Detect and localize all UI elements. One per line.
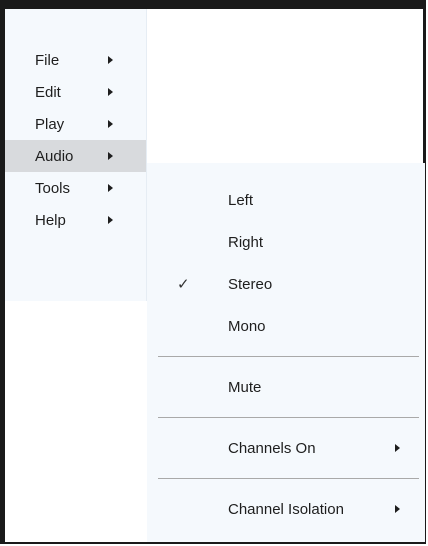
submenu-item-channel-isolation[interactable]: Channel Isolation: [147, 488, 425, 530]
submenu-item-right[interactable]: Right: [147, 221, 425, 263]
submenu-item-left[interactable]: Left: [147, 179, 425, 221]
checkmark-icon: ✓: [177, 276, 190, 293]
submenu-arrow-icon: [395, 444, 400, 452]
menu-separator: [158, 417, 419, 418]
menu-item-label: Audio: [35, 147, 74, 165]
submenu-item-label: Stereo: [228, 275, 273, 293]
menu-item-label: Help: [35, 211, 66, 229]
submenu-item-mute[interactable]: Mute: [147, 366, 425, 408]
submenu-arrow-icon: [108, 152, 113, 160]
main-menu: File Edit Play Audio Tools Help: [5, 9, 147, 301]
menu-item-file[interactable]: File: [5, 44, 146, 76]
submenu-item-label: Mono: [228, 317, 266, 335]
submenu-item-label: Channels On: [228, 439, 316, 457]
submenu-item-mono[interactable]: Mono: [147, 305, 425, 347]
submenu-item-label: Mute: [228, 378, 262, 396]
submenu-item-stereo[interactable]: ✓ Stereo: [147, 263, 425, 305]
submenu-arrow-icon: [108, 184, 113, 192]
menu-separator: [158, 478, 419, 479]
menu-item-play[interactable]: Play: [5, 108, 146, 140]
submenu-arrow-icon: [395, 505, 400, 513]
menu-item-label: Tools: [35, 179, 71, 197]
menu-item-help[interactable]: Help: [5, 204, 146, 236]
submenu-item-label: Channel Isolation: [228, 500, 344, 518]
submenu-item-label: Left: [228, 191, 254, 209]
submenu-arrow-icon: [108, 216, 113, 224]
submenu-arrow-icon: [108, 56, 113, 64]
menu-item-audio[interactable]: Audio: [5, 140, 146, 172]
menu-item-label: File: [35, 51, 60, 69]
menu-separator: [158, 356, 419, 357]
submenu-arrow-icon: [108, 120, 113, 128]
submenu-item-label: Right: [228, 233, 264, 251]
menu-item-edit[interactable]: Edit: [5, 76, 146, 108]
menu-item-label: Play: [35, 115, 65, 133]
menu-item-tools[interactable]: Tools: [5, 172, 146, 204]
audio-submenu: Left Right ✓ Stereo Mono Mute Channels O…: [147, 163, 425, 542]
submenu-item-channels-on[interactable]: Channels On: [147, 427, 425, 469]
submenu-arrow-icon: [108, 88, 113, 96]
menu-item-label: Edit: [35, 83, 61, 101]
